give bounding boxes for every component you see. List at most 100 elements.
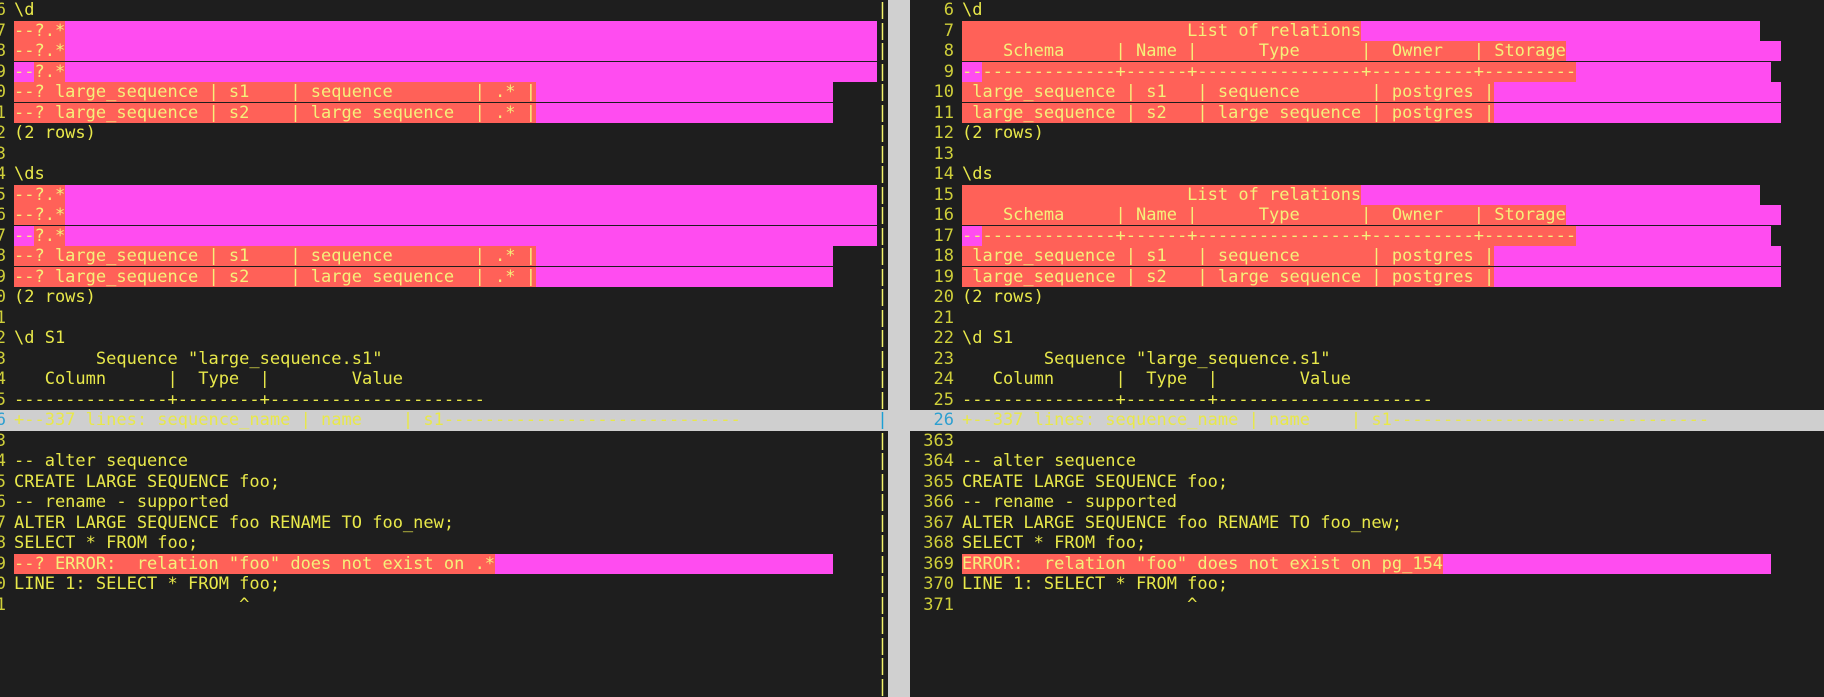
text-line[interactable]: 20 (2 rows) bbox=[910, 287, 1824, 308]
text-line[interactable]: 8 --?.* bbox=[0, 41, 877, 62]
text-line[interactable]: 21 bbox=[910, 308, 1824, 329]
text-line[interactable]: 8 Schema | Name | Type | Owner | Storage bbox=[910, 41, 1824, 62]
text-line[interactable]: 9 --?.* bbox=[0, 61, 877, 83]
text-line[interactable]: 14 \ds bbox=[910, 164, 1824, 185]
fold-line[interactable]: 26 +--337 lines: sequence_name | name | s… bbox=[910, 410, 1824, 431]
scrollbar-track-row[interactable] bbox=[888, 226, 910, 247]
scrollbar-track-row[interactable] bbox=[888, 533, 910, 554]
scrollbar-track-row[interactable] bbox=[888, 308, 910, 329]
scrollbar-track-row[interactable] bbox=[888, 103, 910, 124]
scrollbar-track-row[interactable] bbox=[888, 677, 910, 697]
text-line[interactable]: 363 bbox=[910, 431, 1824, 452]
scrollbar-track-row[interactable] bbox=[888, 390, 910, 411]
text-line[interactable]: 24 Column | Type | Value bbox=[910, 369, 1824, 390]
text-line[interactable]: 5 ---------------+--------+--------------… bbox=[0, 390, 877, 411]
text-line[interactable]: 5 CREATE LARGE SEQUENCE foo; bbox=[0, 472, 877, 493]
scrollbar-track-row[interactable] bbox=[888, 123, 910, 144]
text-line[interactable]: 3 Sequence "large_sequence.s1" bbox=[0, 349, 877, 370]
text-line[interactable]: 7 List of relations bbox=[910, 20, 1824, 42]
text-line[interactable]: 365 CREATE LARGE SEQUENCE foo; bbox=[910, 472, 1824, 493]
scrollbar-track-row[interactable] bbox=[888, 636, 910, 657]
text-line[interactable]: 12 (2 rows) bbox=[910, 123, 1824, 144]
text-line[interactable]: 7 ALTER LARGE SEQUENCE foo RENAME TO foo_… bbox=[0, 513, 877, 534]
text-line[interactable]: 8 --? large_sequence | s1 | sequence | .*… bbox=[0, 246, 877, 267]
fold-line[interactable]: 6 +--337 lines: sequence_name | name | s1… bbox=[0, 410, 877, 431]
scrollbar-track-row[interactable] bbox=[888, 62, 910, 83]
scrollbar-track-row[interactable] bbox=[888, 0, 910, 21]
text-line[interactable]: 10 large_sequence | s1 | sequence | post… bbox=[910, 82, 1824, 103]
text-line[interactable]: 5 --?.* bbox=[0, 184, 877, 206]
line-number: 4 bbox=[0, 164, 6, 184]
text-line[interactable]: 25 ---------------+--------+-------------… bbox=[910, 390, 1824, 411]
scrollbar-track-row[interactable] bbox=[888, 554, 910, 575]
scrollbar-track-row[interactable] bbox=[888, 451, 910, 472]
text-line[interactable]: 22 \d S1 bbox=[910, 328, 1824, 349]
text-line[interactable]: 368 SELECT * FROM foo; bbox=[910, 533, 1824, 554]
scrollbar-track-row[interactable] bbox=[888, 287, 910, 308]
scrollbar-track-row[interactable] bbox=[888, 615, 910, 636]
text-line[interactable]: 13 bbox=[910, 144, 1824, 165]
scrollbar-track-row[interactable] bbox=[888, 246, 910, 267]
vertical-scrollbar[interactable] bbox=[888, 0, 910, 697]
text-line[interactable]: 18 large_sequence | s1 | sequence | post… bbox=[910, 246, 1824, 267]
text-line[interactable]: 2 \d S1 bbox=[0, 328, 877, 349]
scrollbar-track-row[interactable] bbox=[888, 349, 910, 370]
left-diff-pane[interactable]: 6 \d 7 --?.* 8 --?.* 9 --?.* 0 --? large… bbox=[0, 0, 877, 697]
text-line[interactable]: 6 \d bbox=[0, 0, 877, 21]
text-line[interactable]: 8 SELECT * FROM foo; bbox=[0, 533, 877, 554]
text-line[interactable]: 11 large_sequence | s2 | large sequence … bbox=[910, 102, 1824, 124]
text-line[interactable]: 364 -- alter sequence bbox=[910, 451, 1824, 472]
scrollbar-track-row[interactable] bbox=[888, 431, 910, 452]
text-line[interactable]: 2 (2 rows) bbox=[0, 123, 877, 144]
text-line[interactable]: 0 (2 rows) bbox=[0, 287, 877, 308]
right-diff-pane[interactable]: 6 \d 7 List of relations 8 Schema | Name |… bbox=[910, 0, 1824, 697]
scrollbar-track-row[interactable] bbox=[888, 41, 910, 62]
scrollbar-track-row[interactable] bbox=[888, 595, 910, 616]
text-line[interactable]: 9 --? ERROR: relation "foo" does not exis… bbox=[0, 553, 877, 575]
scrollbar-track-row[interactable] bbox=[888, 472, 910, 493]
text-line[interactable]: 369 ERROR: relation "foo" does not exist … bbox=[910, 553, 1824, 575]
text-line[interactable]: 7 --?.* bbox=[0, 225, 877, 247]
text-line[interactable]: 9 ---------------+------+----------------… bbox=[910, 61, 1824, 83]
scrollbar-track-row[interactable] bbox=[888, 164, 910, 185]
text-line[interactable]: 6 \d bbox=[910, 0, 1824, 21]
scrollbar-track-row[interactable] bbox=[888, 144, 910, 165]
text-line[interactable]: 23 Sequence "large_sequence.s1" bbox=[910, 349, 1824, 370]
diff-filler-segment: -- bbox=[14, 225, 35, 246]
text-line[interactable]: 370 LINE 1: SELECT * FROM foo; bbox=[910, 574, 1824, 595]
scrollbar-track-row[interactable] bbox=[888, 492, 910, 513]
scrollbar-track-row[interactable] bbox=[888, 21, 910, 42]
text-line[interactable]: 367 ALTER LARGE SEQUENCE foo RENAME TO fo… bbox=[910, 513, 1824, 534]
scrollbar-track-row[interactable] bbox=[888, 369, 910, 390]
scrollbar-track-row[interactable] bbox=[888, 328, 910, 349]
text-line[interactable]: 0 LINE 1: SELECT * FROM foo; bbox=[0, 574, 877, 595]
scrollbar-track-row[interactable] bbox=[888, 513, 910, 534]
text-line[interactable]: 4 \ds bbox=[0, 164, 877, 185]
text-line[interactable]: 1 ^ bbox=[0, 595, 877, 616]
text-line[interactable]: 6 -- rename - supported bbox=[0, 492, 877, 513]
scrollbar-track-row[interactable] bbox=[888, 82, 910, 103]
text-line[interactable]: 9 --? large_sequence | s2 | large sequenc… bbox=[0, 266, 877, 288]
text-line[interactable]: 4 -- alter sequence bbox=[0, 451, 877, 472]
text-line[interactable]: 4 Column | Type | Value bbox=[0, 369, 877, 390]
scrollbar-track-row[interactable] bbox=[888, 574, 910, 595]
text-line[interactable]: 0 --? large_sequence | s1 | sequence | .*… bbox=[0, 82, 877, 103]
text-line[interactable]: 366 -- rename - supported bbox=[910, 492, 1824, 513]
text-line[interactable]: 15 List of relations bbox=[910, 184, 1824, 206]
scrollbar-track-row[interactable] bbox=[888, 267, 910, 288]
scrollbar-track-row[interactable] bbox=[888, 656, 910, 677]
scrollbar-track-row[interactable] bbox=[888, 185, 910, 206]
text-line[interactable]: 3 bbox=[0, 144, 877, 165]
text-line[interactable]: 16 Schema | Name | Type | Owner | Storag… bbox=[910, 205, 1824, 226]
text-line[interactable]: 3 bbox=[0, 431, 877, 452]
text-line[interactable]: 6 --?.* bbox=[0, 205, 877, 226]
plain-segment: LINE 1: SELECT * FROM foo; bbox=[14, 574, 281, 594]
text-line[interactable]: 19 large_sequence | s2 | large sequence … bbox=[910, 266, 1824, 288]
text-line[interactable]: 7 --?.* bbox=[0, 20, 877, 42]
text-line[interactable]: 371 ^ bbox=[910, 595, 1824, 616]
text-line[interactable]: 1 --? large_sequence | s2 | large sequenc… bbox=[0, 102, 877, 124]
scrollbar-track-row[interactable] bbox=[888, 410, 910, 431]
scrollbar-track-row[interactable] bbox=[888, 205, 910, 226]
text-line[interactable]: 17 ---------------+------+---------------… bbox=[910, 225, 1824, 247]
text-line[interactable]: 1 bbox=[0, 308, 877, 329]
